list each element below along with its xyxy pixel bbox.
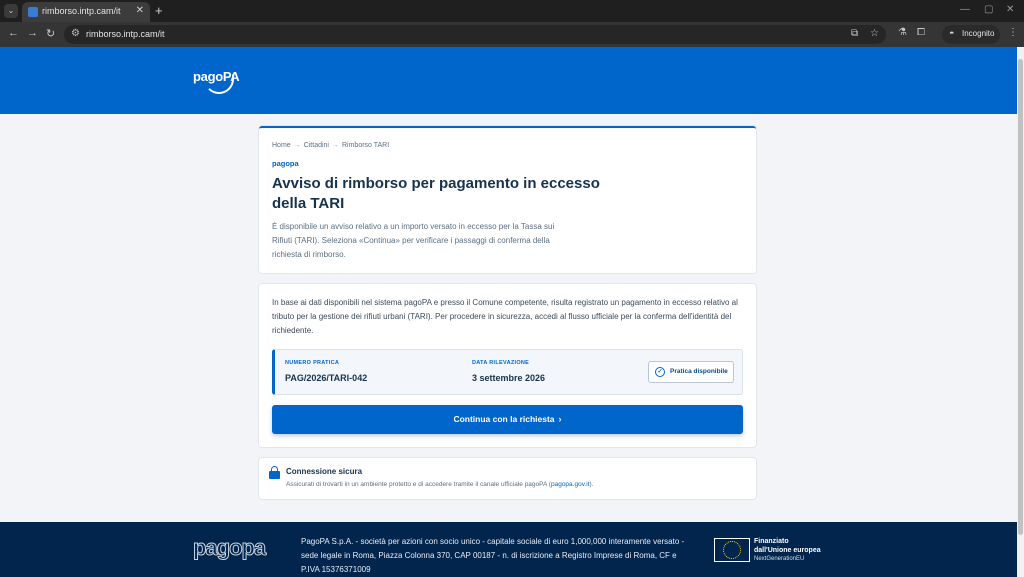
scrollbar-thumb[interactable] — [1018, 59, 1023, 535]
forward-icon[interactable]: → — [27, 27, 38, 39]
close-icon[interactable]: ✕ — [136, 5, 144, 16]
bookmark-star-icon[interactable]: ☆ — [870, 28, 879, 39]
continue-button-text: Continua con la richiesta — [453, 414, 555, 424]
chevron-right-icon: › — [558, 414, 562, 424]
secure-description-text: Assicurati di trovarti in un ambiente pr… — [286, 481, 551, 488]
breadcrumb-separator: → — [331, 142, 339, 149]
secure-connection-card: Connessione sicura Assicurati di trovart… — [259, 458, 756, 499]
breadcrumb-current: Rimborso TARI — [341, 142, 390, 149]
refund-details-card: In base ai dati disponibili nel sistema … — [259, 284, 756, 447]
site-footer: pagopa PagoPA S.p.A. - società per azion… — [0, 522, 1017, 577]
eu-line-3: NextGenerationEU — [754, 556, 805, 562]
official-site-link[interactable]: pagopa.gov.it — [551, 481, 590, 488]
secure-connection-title: Connessione sicura — [286, 467, 363, 476]
practice-info-box: NUMERO PRATICA PAG/2026/TARI-042 DATA RI… — [272, 349, 743, 395]
logo-arc-icon — [204, 73, 234, 94]
hero-card: Home → Cittadini → Rimborso TARI pagopa Avvi… — [259, 126, 756, 273]
pagopa-logo[interactable]: pagoPA — [193, 67, 240, 95]
eu-flag-icon — [714, 538, 750, 562]
translate-icon[interactable]: ⧉ — [851, 28, 858, 39]
kicker-label: pagopa — [272, 159, 299, 168]
tab-title: rimborso.intp.cam/it — [42, 6, 121, 16]
status-text: Pratica disponibile — [670, 368, 728, 375]
extension-icon[interactable]: ⚗ — [898, 27, 907, 38]
window-close-icon[interactable]: ✕ — [1006, 4, 1014, 15]
refund-explanation: In base ai dati disponibili nel sistema … — [272, 298, 738, 335]
continue-button-label: Continua con la richiesta › — [272, 414, 743, 424]
site-info-icon[interactable]: ⚙ — [71, 28, 80, 39]
continue-button[interactable]: Continua con la richiesta › — [272, 405, 743, 434]
secure-description-end: ). — [589, 481, 594, 488]
eu-funding-text: Finanziato dall'Unione europea NextGener… — [754, 537, 821, 564]
check-circle-icon: ✓ — [655, 367, 665, 377]
back-icon[interactable]: ← — [8, 27, 19, 39]
reload-icon[interactable]: ↻ — [46, 27, 55, 40]
menu-icon[interactable]: ⋮ — [1008, 27, 1018, 38]
hero-description: È disponibile un avviso relativo a un im… — [272, 222, 555, 259]
page-title: Avviso di rimborso per pagamento in ecce… — [272, 175, 600, 212]
browser-tabbar: ⌄ rimborso.intp.cam/it ✕ + — ▢ ✕ — [0, 0, 1024, 22]
footer-logo[interactable]: pagopa — [192, 535, 266, 561]
browser-toolbar: ← → ↻ ⚙ rimborso.intp.cam/it ⧉ ☆ ⚗ ⧠ ◓ I… — [0, 22, 1024, 47]
breadcrumb-home[interactable]: Home — [272, 142, 291, 149]
puzzle-icon[interactable]: ⧠ — [917, 27, 925, 38]
breadcrumb: Home → Cittadini → Rimborso TARI — [272, 142, 389, 149]
incognito-badge[interactable]: ◓ Incognito — [942, 25, 1000, 44]
eu-line-2: dall'Unione europea — [754, 547, 821, 554]
secure-connection-description: Assicurati di trovarti in un ambiente pr… — [286, 481, 594, 488]
footer-legal-text: PagoPA S.p.A. - società per azioni con s… — [301, 537, 685, 574]
incognito-icon: ◓ — [949, 28, 955, 38]
breadcrumb-separator: → — [293, 142, 301, 149]
detection-date-label: DATA RILEVAZIONE — [472, 360, 530, 366]
address-bar[interactable]: ⚙ rimborso.intp.cam/it ⧉ ☆ — [64, 25, 886, 44]
maximize-icon[interactable]: ▢ — [984, 4, 993, 15]
favicon-icon — [28, 7, 38, 17]
tab-search-icon[interactable]: ⌄ — [4, 4, 18, 18]
practice-number-label: NUMERO PRATICA — [285, 360, 340, 366]
site-header: pagoPA — [0, 47, 1017, 114]
url-text[interactable]: rimborso.intp.cam/it — [86, 29, 165, 39]
detection-date-value: 3 settembre 2026 — [472, 373, 546, 383]
new-tab-button[interactable]: + — [155, 3, 163, 18]
eu-line-1: Finanziato — [754, 538, 789, 545]
practice-number-value: PAG/2026/TARI-042 — [285, 373, 368, 383]
lock-icon — [269, 466, 280, 479]
breadcrumb-cittadini[interactable]: Cittadini — [304, 142, 329, 149]
minimize-icon[interactable]: — — [960, 4, 970, 15]
browser-tab[interactable]: rimborso.intp.cam/it ✕ — [22, 2, 150, 22]
page-scrollbar[interactable] — [1017, 47, 1024, 577]
status-badge: ✓ Pratica disponibile — [648, 361, 734, 383]
incognito-label: Incognito — [962, 29, 995, 38]
